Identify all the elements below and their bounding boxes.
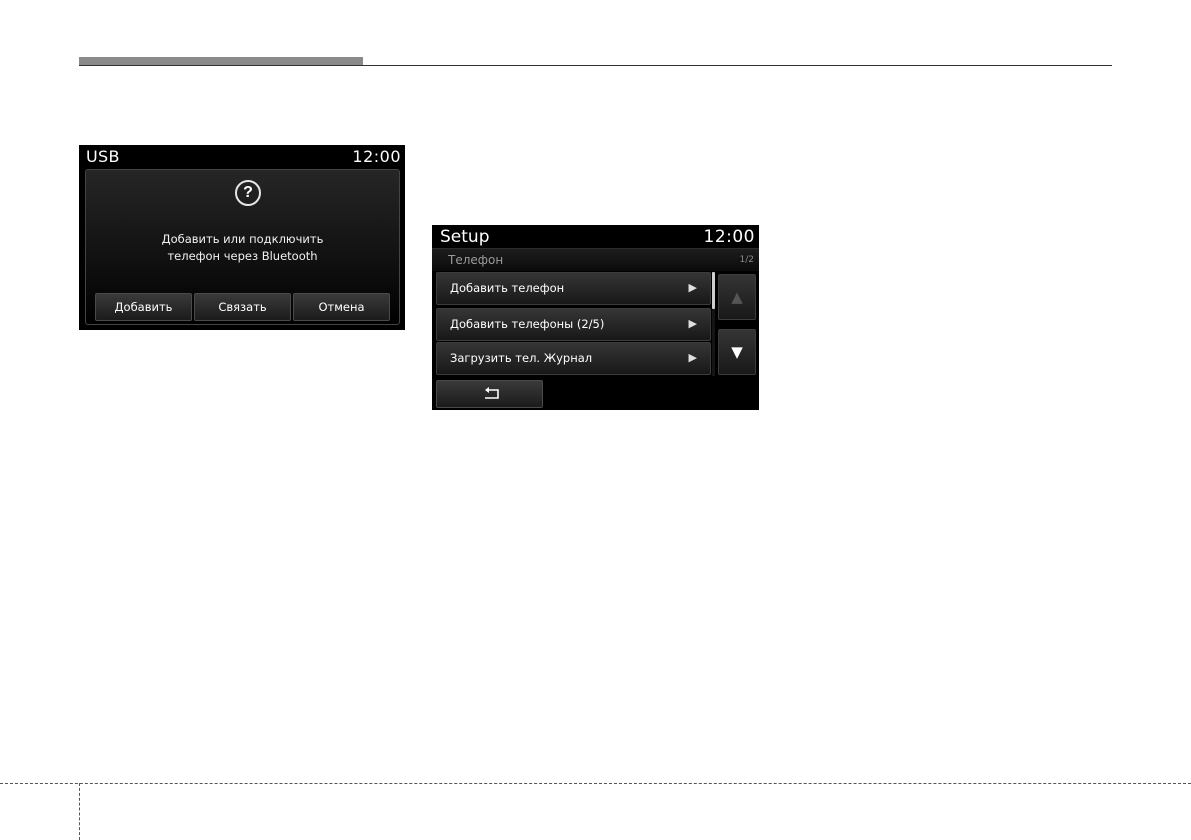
dialog-message-line1: Добавить или подключить	[161, 232, 324, 246]
play-arrow-icon: ▶	[688, 281, 697, 294]
play-arrow-icon: ▶	[688, 317, 697, 330]
clock: 12:00	[352, 147, 401, 166]
dialog-message: Добавить или подключить телефон через Bl…	[86, 231, 399, 265]
setup-screen: Setup 12:00 Телефон 1/2 Добавить телефон…	[432, 225, 759, 410]
add-button[interactable]: Добавить	[95, 293, 192, 321]
triangle-down-icon: ▼	[731, 343, 743, 361]
question-icon: ?	[235, 180, 261, 206]
menu-item-paired-phones[interactable]: Добавить телефоны (2/5) ▶	[436, 308, 711, 341]
menu-item-download-call-log[interactable]: Загрузить тел. Журнал ▶	[436, 342, 711, 375]
screen-title: USB	[86, 147, 120, 166]
bluetooth-dialog: ? Добавить или подключить телефон через …	[85, 169, 400, 325]
cancel-button[interactable]: Отмена	[293, 293, 390, 321]
scrollbar-thumb[interactable]	[712, 272, 715, 309]
scroll-down-button[interactable]: ▼	[718, 329, 756, 375]
page-indicator: 1/2	[739, 255, 754, 265]
usb-screen: USB 12:00 ? Добавить или подключить теле…	[79, 145, 405, 330]
clock: 12:00	[703, 227, 755, 247]
menu-item-add-phone[interactable]: Добавить телефон ▶	[436, 272, 711, 305]
scroll-up-button[interactable]: ▲	[718, 274, 756, 320]
menu-item-label: Загрузить тел. Журнал	[450, 351, 593, 365]
menu-item-label: Добавить телефоны (2/5)	[450, 317, 605, 331]
footer-divider	[0, 783, 1191, 784]
dialog-message-line2: телефон через Bluetooth	[167, 249, 318, 263]
section-header: Телефон 1/2	[432, 248, 759, 271]
header-rule	[79, 65, 1112, 66]
back-arrow-icon	[485, 387, 499, 399]
play-arrow-icon: ▶	[688, 351, 697, 364]
section-title: Телефон	[448, 253, 504, 267]
triangle-up-icon: ▲	[731, 288, 743, 306]
back-button[interactable]	[436, 380, 543, 408]
scrollbar[interactable]	[712, 272, 715, 376]
footer-margin-line	[79, 783, 80, 840]
status-bar: USB 12:00	[79, 145, 405, 167]
screen-title: Setup	[440, 227, 490, 247]
pair-button[interactable]: Связать	[194, 293, 291, 321]
menu-item-label: Добавить телефон	[450, 281, 565, 295]
